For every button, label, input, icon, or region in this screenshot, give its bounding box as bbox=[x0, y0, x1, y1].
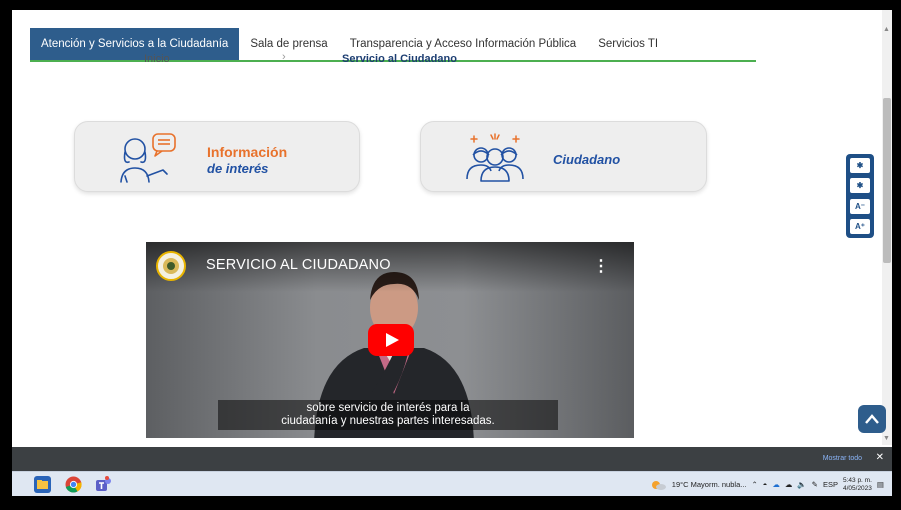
ciudadano-card-label: Ciudadano bbox=[553, 152, 621, 167]
back-to-top-button[interactable] bbox=[858, 405, 886, 433]
breadcrumb-home-link[interactable]: Inicio bbox=[144, 53, 170, 65]
increase-font-icon[interactable]: A⁺ bbox=[850, 218, 870, 234]
weather-text[interactable]: 19°C Mayorm. nubla... bbox=[672, 480, 747, 489]
scrollbar-thumb[interactable] bbox=[883, 98, 891, 263]
close-icon[interactable]: ✕ bbox=[876, 452, 884, 463]
woman-speech-icon bbox=[111, 132, 191, 189]
youtube-video-player[interactable]: SERVICIO AL CIUDADANO ⋮ sobre servicio d… bbox=[146, 242, 634, 438]
pen-icon[interactable]: ✎ bbox=[812, 480, 818, 489]
chevron-up-icon bbox=[865, 414, 879, 424]
clock-time: 5:43 p. m. bbox=[842, 476, 872, 484]
clock[interactable]: 5:43 p. m. 4/05/2023 bbox=[843, 477, 872, 493]
system-tray: 19°C Mayorm. nubla... ⌃ ◓ ☁ ☁ 🔈 ✎ ESP 5:… bbox=[651, 474, 884, 495]
show-all-downloads-link[interactable]: Mostrar todo bbox=[823, 455, 862, 462]
citizens-group-icon bbox=[459, 133, 533, 188]
network-icon[interactable]: ◓ bbox=[763, 480, 768, 489]
language-indicator[interactable]: ESP bbox=[823, 480, 838, 489]
video-caption: sobre servicio de interés para la ciudad… bbox=[218, 400, 558, 430]
channel-logo[interactable] bbox=[156, 251, 186, 281]
video-title[interactable]: SERVICIO AL CIUDADANO bbox=[206, 257, 391, 273]
browser-viewport: Atención y Servicios a la Ciudadanía Sal… bbox=[12, 10, 892, 496]
clock-date: 4/05/2023 bbox=[842, 484, 872, 492]
breadcrumb-separator: › bbox=[282, 51, 286, 63]
tray-overflow-icon[interactable]: ⌃ bbox=[752, 480, 758, 489]
cloud-icon[interactable]: ☁ bbox=[785, 480, 793, 489]
contrast-alt-icon[interactable]: ✱ bbox=[850, 178, 870, 194]
breadcrumb-current: Servicio al Ciudadano bbox=[342, 53, 457, 65]
onedrive-icon[interactable]: ☁ bbox=[772, 480, 780, 489]
scroll-up-icon[interactable]: ▲ bbox=[883, 26, 890, 33]
weather-icon bbox=[651, 480, 666, 490]
video-more-icon[interactable]: ⋮ bbox=[593, 256, 609, 276]
volume-icon[interactable]: 🔈 bbox=[797, 480, 806, 489]
contrast-icon[interactable]: ✱ bbox=[850, 158, 870, 173]
teams-icon[interactable] bbox=[95, 476, 112, 493]
windows-taskbar: 19°C Mayorm. nubla... ⌃ ◓ ☁ ☁ 🔈 ✎ ESP 5:… bbox=[12, 471, 892, 496]
notifications-icon[interactable]: ▤ bbox=[877, 480, 884, 489]
scroll-down-icon[interactable]: ▼ bbox=[883, 435, 890, 442]
info-card-subtitle: de interés bbox=[207, 161, 269, 176]
download-bar: Mostrar todo ✕ bbox=[12, 447, 892, 471]
ciudadano-card[interactable]: Ciudadano bbox=[420, 121, 707, 192]
info-card-title: Información bbox=[207, 144, 288, 160]
decrease-font-icon[interactable]: A⁻ bbox=[850, 198, 870, 214]
file-explorer-icon[interactable] bbox=[34, 476, 51, 493]
play-button-icon[interactable] bbox=[368, 324, 414, 356]
chrome-icon[interactable] bbox=[65, 476, 82, 493]
accessibility-toolbar: ✱ ✱ A⁻ A⁺ bbox=[846, 154, 874, 238]
info-interes-card[interactable]: Información de interés bbox=[74, 121, 360, 192]
caption-line-1: sobre servicio de interés para la bbox=[306, 402, 470, 414]
breadcrumb: Inicio › Servicio al Ciudadano bbox=[12, 51, 712, 71]
caption-line-2: ciudadanía y nuestras partes interesadas… bbox=[281, 415, 495, 427]
